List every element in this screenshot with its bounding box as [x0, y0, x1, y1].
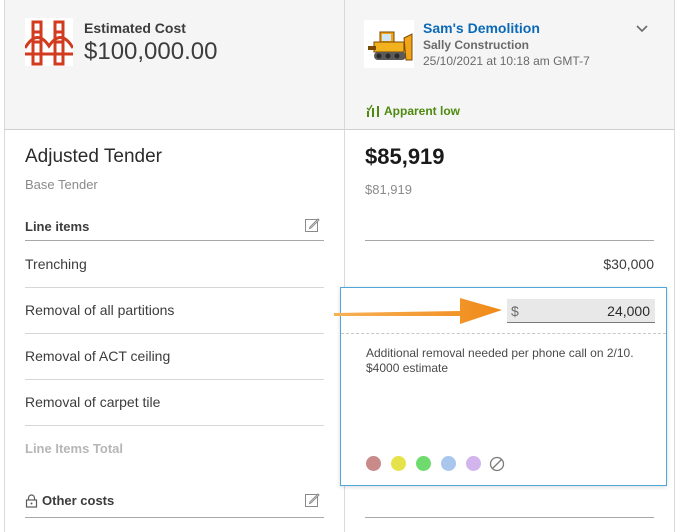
- edit-line-items-icon[interactable]: [304, 217, 320, 233]
- bar-chart-icon: [366, 104, 379, 117]
- chevron-down-icon[interactable]: [634, 20, 650, 36]
- other-costs-heading: Other costs: [25, 493, 114, 508]
- currency-symbol: $: [511, 303, 519, 319]
- line-item-trenching: Trenching: [25, 256, 87, 272]
- bid-submitted-date: 25/10/2021 at 10:18 am GMT-7: [423, 54, 590, 68]
- line-items-rule: [25, 240, 324, 241]
- bridge-icon: [25, 18, 73, 66]
- line-item-removal-partitions: Removal of all partitions: [25, 302, 175, 318]
- color-swatch-red[interactable]: [366, 456, 381, 471]
- row-divider: [25, 379, 324, 380]
- edit-other-costs-icon[interactable]: [304, 492, 320, 508]
- apparent-low-badge: Apparent low: [366, 104, 460, 118]
- base-tender-label: Base Tender: [25, 177, 98, 192]
- apparent-low-label: Apparent low: [384, 104, 461, 118]
- popup-divider: [341, 333, 666, 334]
- color-swatch-green[interactable]: [416, 456, 431, 471]
- line-item-removal-act-ceiling: Removal of ACT ceiling: [25, 348, 171, 364]
- other-costs-rule: [25, 517, 324, 518]
- line-items-total-label: Line Items Total: [25, 441, 123, 456]
- color-swatch-blue[interactable]: [441, 456, 456, 471]
- amount-value: 24,000: [607, 303, 650, 319]
- color-swatch-purple[interactable]: [466, 456, 481, 471]
- lock-icon: [25, 493, 38, 508]
- line-item-removal-carpet-tile: Removal of carpet tile: [25, 394, 161, 410]
- other-costs-rule-right: [365, 517, 654, 518]
- estimated-cost-label: Estimated Cost: [84, 20, 186, 36]
- color-swatch-yellow[interactable]: [391, 456, 406, 471]
- estimated-cost-value: $100,000.00: [84, 38, 218, 65]
- bidder-name-link[interactable]: Sam's Demolition: [423, 20, 540, 36]
- amount-input[interactable]: $ 24,000: [507, 299, 655, 323]
- other-costs-label: Other costs: [42, 493, 115, 508]
- row-divider: [25, 287, 324, 288]
- adjusted-tender-value: $85,919: [365, 144, 445, 169]
- bulldozer-icon: [364, 20, 414, 68]
- row-divider: [25, 425, 324, 426]
- line-items-rule-right: [365, 240, 654, 241]
- line-items-heading: Line items: [25, 219, 90, 234]
- no-color-icon[interactable]: [489, 456, 505, 472]
- row-divider: [25, 333, 324, 334]
- bidder-company: Sally Construction: [423, 38, 530, 52]
- adjusted-tender-label: Adjusted Tender: [25, 146, 162, 167]
- note-text[interactable]: Additional removal needed per phone call…: [366, 346, 656, 376]
- trenching-value: $30,000: [603, 256, 654, 272]
- base-tender-value: $81,919: [365, 182, 412, 197]
- annotation-arrow: [334, 298, 502, 324]
